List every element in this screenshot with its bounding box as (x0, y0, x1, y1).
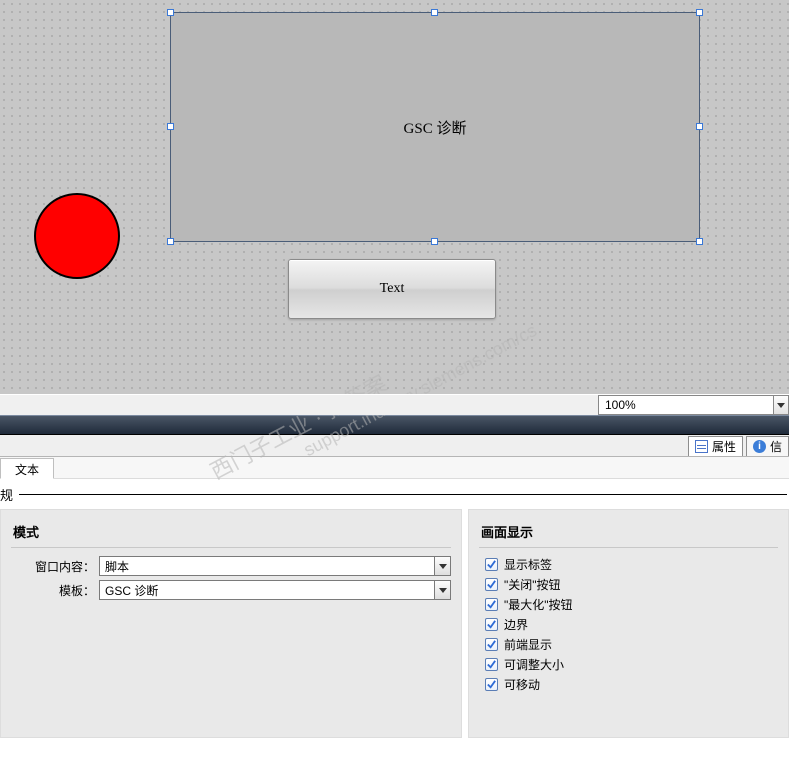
red-circle-shape[interactable] (34, 193, 120, 279)
checkbox-icon[interactable] (485, 658, 498, 671)
display-option-label: "最大化"按钮 (504, 596, 573, 613)
chevron-down-icon (777, 403, 785, 408)
mode-group-title: 模式 (11, 518, 451, 548)
display-checkbox-list: 显示标签 "关闭"按钮 "最大化"按钮边界前端显示可调整大小可移动 (479, 556, 778, 693)
checkbox-icon[interactable] (485, 678, 498, 691)
template-dropdown-button[interactable] (434, 580, 451, 600)
checkbox-icon[interactable] (485, 578, 498, 591)
subtab-bar: 文本 (0, 457, 789, 479)
zoom-strip: 100% (0, 394, 789, 415)
display-option-label: 显示标签 (504, 556, 552, 573)
resize-handle-bm[interactable] (431, 238, 438, 245)
section-label: 规 (0, 485, 13, 504)
tab-properties-label: 属性 (712, 438, 736, 455)
zoom-value[interactable]: 100% (598, 395, 773, 415)
display-option-6[interactable]: 可移动 (485, 676, 778, 693)
design-canvas[interactable]: GSC 诊断 Text 西门子工业 · 找答案 support.industry… (0, 0, 789, 415)
text-button[interactable]: Text (288, 259, 496, 319)
template-input[interactable] (99, 580, 434, 600)
display-option-4[interactable]: 前端显示 (485, 636, 778, 653)
properties-icon (695, 440, 708, 453)
display-option-2[interactable]: "最大化"按钮 (485, 596, 778, 613)
resize-handle-mr[interactable] (696, 123, 703, 130)
display-option-label: 可调整大小 (504, 656, 564, 673)
display-group: 画面显示 显示标签 "关闭"按钮 "最大化"按钮边界前端显示可调整大小可移动 (468, 509, 789, 738)
window-content-input[interactable] (99, 556, 434, 576)
checkbox-icon[interactable] (485, 638, 498, 651)
section-row: 规 (0, 479, 789, 509)
window-content-combo[interactable] (99, 556, 451, 576)
resize-handle-bl[interactable] (167, 238, 174, 245)
checkbox-icon[interactable] (485, 598, 498, 611)
resize-handle-tl[interactable] (167, 9, 174, 16)
checkbox-icon[interactable] (485, 618, 498, 631)
zoom-dropdown-button[interactable] (773, 395, 789, 415)
checkbox-icon[interactable] (485, 558, 498, 571)
section-underline (19, 494, 787, 495)
display-option-3[interactable]: 边界 (485, 616, 778, 633)
template-row: 模板： (11, 580, 451, 600)
window-content-label: 窗口内容： (11, 558, 99, 575)
properties-tabbar: 属性 i 信 (0, 435, 789, 457)
display-option-label: 可移动 (504, 676, 540, 693)
property-columns: 模式 窗口内容： 模板： 画面显示 显示标签 "关闭"按钮 "最大化"按钮边界前端显… (0, 509, 789, 738)
tab-properties[interactable]: 属性 (688, 436, 743, 456)
display-option-label: 边界 (504, 616, 528, 633)
tab-info-label: 信 (770, 438, 782, 455)
template-combo[interactable] (99, 580, 451, 600)
resize-handle-tr[interactable] (696, 9, 703, 16)
gsc-window-title: GSC 诊断 (404, 117, 467, 138)
display-option-label: "关闭"按钮 (504, 576, 561, 593)
mode-group: 模式 窗口内容： 模板： (0, 509, 462, 738)
display-option-0[interactable]: 显示标签 (485, 556, 778, 573)
display-group-title: 画面显示 (479, 518, 778, 548)
resize-handle-tm[interactable] (431, 9, 438, 16)
chevron-down-icon (439, 564, 447, 569)
chevron-down-icon (439, 588, 447, 593)
resize-handle-br[interactable] (696, 238, 703, 245)
window-content-dropdown-button[interactable] (434, 556, 451, 576)
display-option-5[interactable]: 可调整大小 (485, 656, 778, 673)
gsc-diagnostic-window[interactable]: GSC 诊断 (170, 12, 700, 242)
display-option-1[interactable]: "关闭"按钮 (485, 576, 778, 593)
window-content-row: 窗口内容： (11, 556, 451, 576)
template-label: 模板： (11, 582, 99, 599)
subtab-text[interactable]: 文本 (0, 458, 54, 479)
tab-info[interactable]: i 信 (746, 436, 789, 456)
resize-handle-ml[interactable] (167, 123, 174, 130)
info-icon: i (753, 440, 766, 453)
text-button-label: Text (380, 281, 405, 297)
display-option-label: 前端显示 (504, 636, 552, 653)
panel-separator (0, 415, 789, 435)
